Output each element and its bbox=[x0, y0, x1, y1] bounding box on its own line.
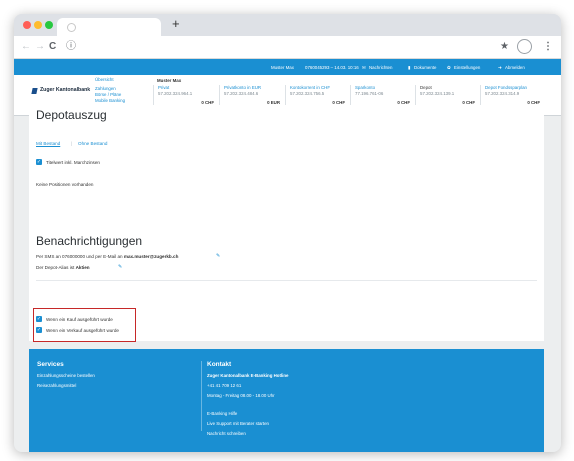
account-name: Depot bbox=[420, 85, 432, 90]
ebanking-help-title: E-Banking Hilfe bbox=[207, 411, 238, 416]
nav-payments[interactable]: Zahlungen bbox=[95, 86, 116, 91]
browser-menu-icon[interactable]: ⋮ bbox=[543, 41, 553, 53]
account-number: 57.202.324.964.1 bbox=[158, 91, 193, 96]
hotline-hours: Montag - Freitag 08.00 - 18.00 Uhr bbox=[207, 393, 275, 398]
user-name: Muster Max bbox=[271, 65, 294, 70]
reload-icon[interactable]: C bbox=[49, 41, 56, 53]
account-number: 77.196.761-06 bbox=[355, 91, 384, 96]
notifications-card: Benachrichtigungen Per SMS an 076000000 … bbox=[29, 228, 544, 342]
new-tab-button[interactable]: + bbox=[172, 17, 180, 31]
buy-executed-label: Wenn ein Kauf ausgeführt wurde bbox=[46, 317, 113, 322]
tab-favicon-icon bbox=[67, 23, 76, 32]
footer-divider bbox=[201, 361, 202, 431]
live-support-link[interactable]: Live Support mit Berater starten bbox=[207, 421, 269, 426]
depot-title: Depotauszug bbox=[36, 108, 107, 122]
account-number: 57.202.324.139.1 bbox=[420, 91, 455, 96]
address-bar[interactable]: ⓘ bbox=[62, 39, 493, 55]
gear-icon: ✿ bbox=[447, 65, 451, 70]
account-name: Kontokorrent in CHF bbox=[290, 85, 331, 90]
messages-link[interactable]: Nachrichten bbox=[369, 65, 392, 70]
filter-separator: | bbox=[71, 141, 73, 146]
accrued-interest-checkbox[interactable]: ✓ bbox=[36, 159, 42, 165]
sell-executed-checkbox[interactable]: ✓ bbox=[36, 327, 42, 333]
account-name: Privatkonto in EUR bbox=[224, 85, 262, 90]
account-number: 57.202.324.314.9 bbox=[485, 91, 520, 96]
tab-strip: + bbox=[14, 14, 561, 36]
sms-email-prefix: Per SMS an 076000000 und per E-Mail an bbox=[36, 254, 124, 259]
maximize-window-dot[interactable] bbox=[45, 21, 53, 29]
documents-link[interactable]: Dokumente bbox=[414, 65, 436, 70]
buy-executed-checkbox[interactable]: ✓ bbox=[36, 316, 42, 322]
hotline-title: Zuger Kantonalbank E-Banking Hotline bbox=[207, 373, 289, 378]
write-message-link[interactable]: Nachricht schreiben bbox=[207, 431, 246, 436]
filter-with-holdings[interactable]: Mit Bestand bbox=[36, 141, 60, 146]
highlight-box bbox=[33, 308, 136, 342]
depot-alias: Aktien bbox=[75, 265, 90, 270]
accounts-owner: Muster Max bbox=[157, 78, 182, 83]
depot-alias-info: Der Depot-Alias ist Aktien bbox=[36, 265, 90, 270]
notification-email: max.muster@zugerkb.ch bbox=[123, 254, 179, 259]
depot-alias-prefix: Der Depot-Alias ist bbox=[36, 265, 76, 270]
bookmark-star-icon[interactable]: ★ bbox=[500, 41, 509, 53]
logout-icon: ➜ bbox=[498, 65, 502, 70]
hotline-phone[interactable]: +41 41 709 12 61 bbox=[207, 383, 241, 388]
messages-icon: ✉ bbox=[362, 65, 366, 70]
browser-tab[interactable] bbox=[57, 18, 161, 36]
minimize-window-dot[interactable] bbox=[34, 21, 42, 29]
footer: Services Einzahlungsscheine bestellen Re… bbox=[29, 349, 544, 452]
account-number: 57.202.324.484.6 bbox=[224, 91, 259, 96]
bank-name[interactable]: Zuger Kantonalbank bbox=[40, 87, 90, 93]
empty-positions-text: Keine Positionen vorhanden bbox=[36, 182, 94, 187]
contact-title: Kontakt bbox=[207, 361, 232, 368]
contract-info: 0760045293 – 14.03. 10:16 bbox=[305, 65, 359, 70]
notifications-title: Benachrichtigungen bbox=[36, 234, 143, 248]
settings-link[interactable]: Einstellungen bbox=[454, 65, 480, 70]
edit-contact-icon[interactable]: ✎ bbox=[216, 253, 220, 259]
account-name: Depot Fondssparplan bbox=[485, 85, 527, 90]
nav-stock-exchange[interactable]: Börse / Pläne bbox=[95, 92, 121, 97]
edit-alias-icon[interactable]: ✎ bbox=[118, 264, 122, 270]
sms-email-info: Per SMS an 076000000 und per E-Mail an m… bbox=[36, 254, 178, 259]
travel-money-link[interactable]: Reisezahlungsmittel bbox=[37, 383, 76, 388]
nav-overview[interactable]: Übersicht bbox=[95, 77, 114, 82]
page-content: Muster Max 0760045293 – 14.03. 10:16 ✉ N… bbox=[14, 59, 561, 452]
divider bbox=[36, 280, 537, 281]
sell-executed-label: Wenn ein Verkauf ausgeführt wurde bbox=[46, 328, 119, 333]
logout-link[interactable]: Abmelden bbox=[505, 65, 525, 70]
account-name: Sparkonto bbox=[355, 85, 376, 90]
order-deposit-slips-link[interactable]: Einzahlungsscheine bestellen bbox=[37, 373, 95, 378]
site-info-icon[interactable]: ⓘ bbox=[66, 41, 76, 53]
profile-avatar-icon[interactable] bbox=[517, 39, 532, 54]
browser-window: + ← → C ⓘ ★ ⋮ Muster Max 0760045293 – 14… bbox=[14, 14, 561, 452]
browser-toolbar: ← → C ⓘ ★ ⋮ bbox=[14, 36, 561, 59]
depot-card: Depotauszug Mit Bestand | Ohne Bestand ✓… bbox=[29, 105, 544, 229]
account-number: 57.202.324.756.5 bbox=[290, 91, 325, 96]
documents-icon: ▮ bbox=[408, 65, 411, 70]
nav-mobile-banking[interactable]: Mobile Banking bbox=[95, 98, 125, 103]
services-title: Services bbox=[37, 361, 64, 368]
account-name: Privat bbox=[158, 85, 170, 90]
filter-without-holdings[interactable]: Ohne Bestand bbox=[78, 141, 107, 146]
top-bar: Muster Max 0760045293 – 14.03. 10:16 ✉ N… bbox=[14, 59, 561, 75]
bank-logo-icon bbox=[31, 88, 38, 94]
accrued-interest-label: Titelwert inkl. Marchzinsen bbox=[46, 160, 100, 165]
close-window-dot[interactable] bbox=[23, 21, 31, 29]
forward-icon[interactable]: → bbox=[35, 41, 45, 53]
back-icon[interactable]: ← bbox=[21, 41, 31, 53]
